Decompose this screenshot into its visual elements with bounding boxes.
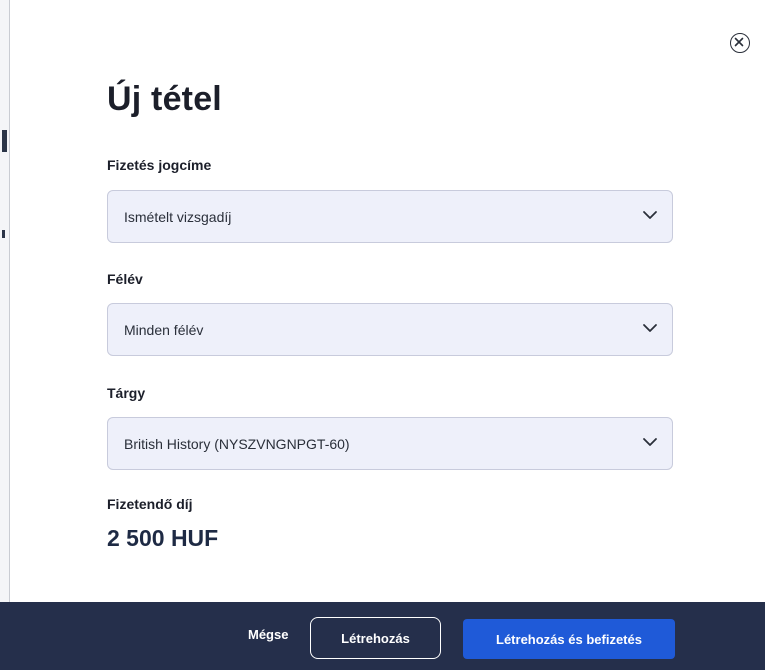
background-mark bbox=[2, 230, 5, 238]
create-button[interactable]: Létrehozás bbox=[310, 617, 441, 659]
create-and-pay-button-label: Létrehozás és befizetés bbox=[496, 631, 642, 647]
chevron-down-icon bbox=[643, 211, 657, 219]
fee-label: Fizetendő díj bbox=[107, 496, 193, 512]
cancel-button[interactable]: Mégse bbox=[248, 627, 288, 642]
create-and-pay-button[interactable]: Létrehozás és befizetés bbox=[463, 619, 675, 659]
payment-title-value: Ismételt vizsgadíj bbox=[124, 209, 232, 225]
semester-label: Félév bbox=[107, 271, 143, 287]
create-button-label: Létrehozás bbox=[341, 630, 410, 646]
subject-value: British History (NYSZVNGNPGT-60) bbox=[124, 436, 350, 452]
fee-amount: 2 500 HUF bbox=[107, 525, 219, 551]
close-icon bbox=[734, 37, 744, 47]
chevron-down-icon bbox=[643, 324, 657, 332]
chevron-down-icon bbox=[643, 438, 657, 446]
semester-select[interactable]: Minden félév bbox=[107, 303, 673, 356]
page: Új tétel Fizetés jogcíme Ismételt vizsga… bbox=[0, 0, 765, 670]
modal-footer: Mégse Létrehozás Létrehozás és befizetés bbox=[0, 602, 765, 670]
new-item-modal: Új tétel Fizetés jogcíme Ismételt vizsga… bbox=[10, 0, 765, 670]
close-button[interactable] bbox=[730, 33, 750, 53]
background-page-edge bbox=[0, 0, 10, 670]
semester-value: Minden félév bbox=[124, 322, 204, 338]
payment-title-select[interactable]: Ismételt vizsgadíj bbox=[107, 190, 673, 243]
background-mark bbox=[2, 130, 7, 152]
subject-select[interactable]: British History (NYSZVNGNPGT-60) bbox=[107, 417, 673, 470]
modal-title: Új tétel bbox=[107, 80, 222, 118]
subject-label: Tárgy bbox=[107, 385, 146, 401]
payment-title-label: Fizetés jogcíme bbox=[107, 157, 212, 173]
